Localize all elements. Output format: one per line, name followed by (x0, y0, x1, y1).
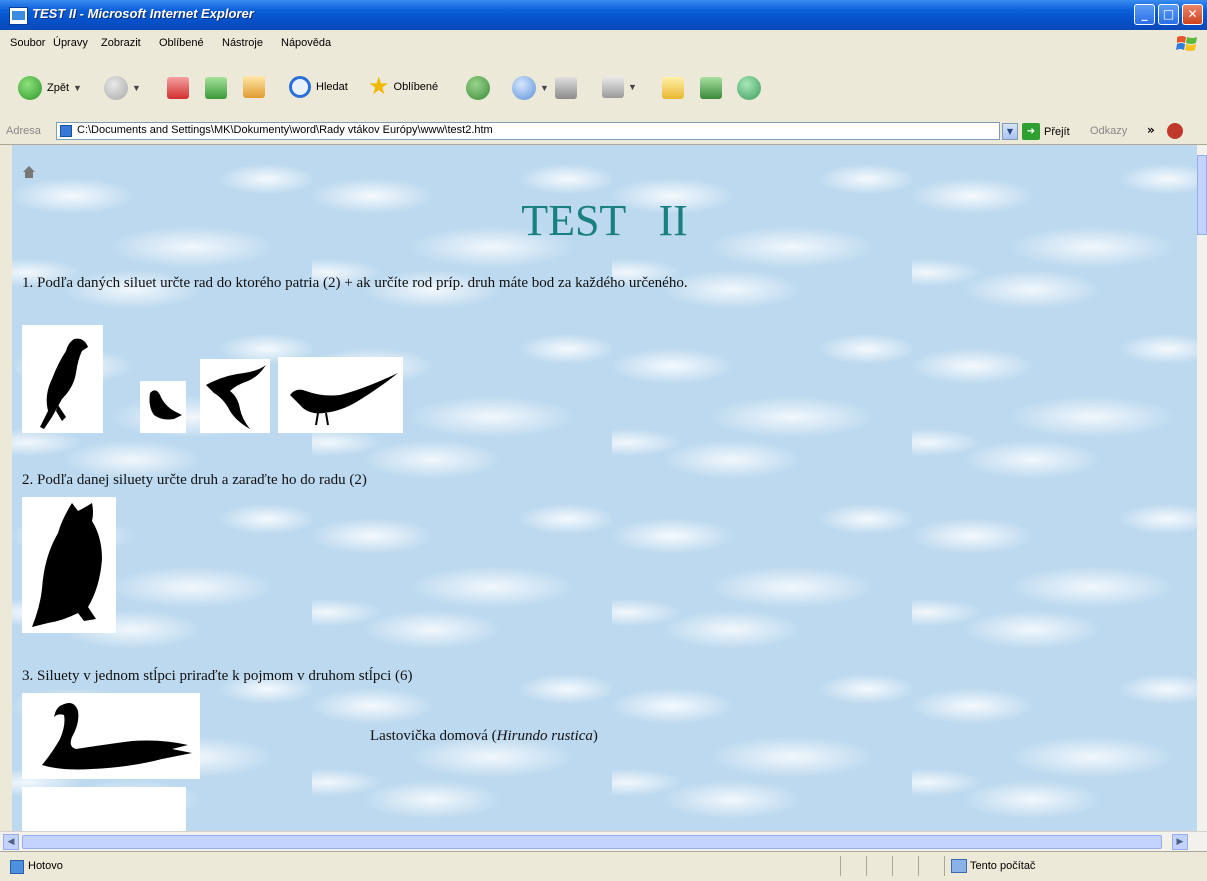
computer-zone-icon (951, 859, 967, 873)
maximize-button[interactable]: □ (1158, 4, 1179, 25)
address-label: Adresa (6, 125, 41, 137)
bird-silhouette-wagtail (278, 357, 403, 433)
edit-button[interactable]: ▼ (602, 76, 637, 98)
status-divider (840, 856, 841, 876)
menu-favorites[interactable]: Oblíbené (159, 37, 204, 49)
vertical-scrollbar[interactable] (1197, 145, 1207, 831)
horizontal-scroll-thumb[interactable] (22, 835, 1162, 849)
vertical-scroll-thumb[interactable] (1197, 155, 1207, 235)
owl-silhouette (22, 497, 116, 633)
horizontal-scrollbar[interactable]: ◀ ▶ (0, 831, 1207, 852)
home-link-icon[interactable] (22, 165, 36, 179)
research-icon[interactable] (700, 77, 722, 99)
stop-icon[interactable] (167, 77, 189, 99)
favorites-label: Oblíbené (393, 81, 439, 93)
scroll-right-icon[interactable]: ▶ (1172, 834, 1188, 850)
small-bird-image (149, 390, 182, 420)
page-title: TEST II (521, 196, 688, 245)
back-label: Zpět (47, 82, 70, 94)
question-1: 1. Podľa daných siluet určte rad do ktor… (22, 275, 688, 291)
menu-edit[interactable]: Úpravy (53, 37, 88, 49)
back-icon (18, 76, 42, 100)
edit-dropdown-icon[interactable]: ▼ (628, 82, 637, 92)
search-icon (289, 76, 311, 98)
mail-icon (512, 76, 536, 100)
minimize-button[interactable]: _ (1134, 4, 1155, 25)
forward-button[interactable]: ▼ (104, 76, 141, 100)
wagtail-image (290, 373, 398, 426)
go-label: Přejít (1044, 125, 1070, 138)
security-zone-label: Tento počítač (970, 860, 1036, 872)
close-button[interactable]: ✕ (1182, 4, 1203, 25)
links-label[interactable]: Odkazy (1090, 125, 1127, 137)
standard-toolbar: Zpět ▼ ▼ Hledat ★ Oblíbené ▼ ▼ (0, 58, 1207, 121)
favorites-button[interactable]: ★ Oblíbené (368, 73, 439, 100)
page-content: TEST II 1. Podľa daných siluet určte rad… (12, 145, 1197, 831)
forward-icon (104, 76, 128, 100)
links-chevron-icon[interactable]: » (1147, 123, 1155, 137)
perching-bird-image (40, 338, 88, 429)
search-label: Hledat (316, 81, 348, 93)
page-icon (60, 125, 72, 137)
extension-icon[interactable] (1167, 123, 1183, 139)
back-button[interactable]: Zpět ▼ (18, 76, 82, 100)
status-divider (892, 856, 893, 876)
address-dropdown-icon[interactable]: ▼ (1002, 123, 1018, 140)
window-title: TEST II - Microsoft Internet Explorer (32, 6, 254, 21)
folder-icon[interactable] (662, 77, 684, 99)
windows-logo-icon (1176, 36, 1197, 51)
history-icon[interactable] (466, 76, 490, 100)
status-divider (918, 856, 919, 876)
forward-dropdown-icon[interactable]: ▼ (132, 83, 141, 93)
messenger-icon[interactable] (737, 76, 761, 100)
answer-latin-name: Hirundo rustica (496, 728, 593, 744)
favorites-icon: ★ (368, 73, 390, 100)
search-button[interactable]: Hledat (289, 76, 348, 98)
ie-app-icon[interactable] (9, 7, 28, 25)
status-text: Hotovo (28, 860, 63, 872)
owl-image (32, 503, 102, 627)
title-bar: TEST II - Microsoft Internet Explorer _ … (0, 0, 1207, 30)
question-2: 2. Podľa danej siluety určte druh a zara… (22, 472, 367, 488)
status-divider (866, 856, 867, 876)
scroll-left-icon[interactable]: ◀ (3, 834, 19, 850)
address-value[interactable]: C:\Documents and Settings\MK\Dokumenty\w… (77, 124, 493, 136)
question-3: 3. Siluety v jednom stĺpci priraďte k po… (22, 668, 413, 684)
home-icon[interactable] (243, 76, 265, 98)
bird-silhouette-small (140, 381, 186, 433)
mail-button[interactable]: ▼ (512, 76, 549, 100)
swallow-image (206, 365, 266, 429)
print-icon[interactable] (555, 77, 577, 99)
go-arrow-icon: ➜ (1022, 123, 1040, 140)
page-done-icon (10, 860, 24, 874)
swan-silhouette (22, 693, 200, 779)
back-dropdown-icon[interactable]: ▼ (73, 83, 82, 93)
answer-suffix: ) (592, 728, 598, 744)
status-divider (944, 856, 945, 876)
go-button[interactable]: ➜ Přejít (1022, 123, 1070, 140)
address-input[interactable]: C:\Documents and Settings\MK\Dokumenty\w… (56, 122, 1000, 140)
mail-dropdown-icon[interactable]: ▼ (540, 83, 549, 93)
menu-help[interactable]: Nápověda (281, 37, 331, 49)
bird-silhouette-perching (22, 325, 103, 433)
next-silhouette-card (22, 787, 186, 831)
edit-icon (602, 76, 624, 98)
menu-view[interactable]: Zobrazit (101, 37, 141, 49)
menu-bar: Soubor Úpravy Zobrazit Oblíbené Nástroje… (0, 30, 1207, 59)
menu-file[interactable]: Soubor (10, 37, 45, 49)
answer-option-1: Lastovička domová (Hirundo rustica) (370, 728, 598, 745)
menu-tools[interactable]: Nástroje (222, 37, 263, 49)
answer-prefix: Lastovička domová ( (370, 728, 497, 744)
swan-image (42, 703, 192, 770)
bird-silhouette-swallow (200, 359, 270, 433)
refresh-icon[interactable] (205, 77, 227, 99)
status-bar: Hotovo Tento počítač (0, 851, 1207, 881)
address-bar: Adresa C:\Documents and Settings\MK\Doku… (0, 120, 1207, 145)
